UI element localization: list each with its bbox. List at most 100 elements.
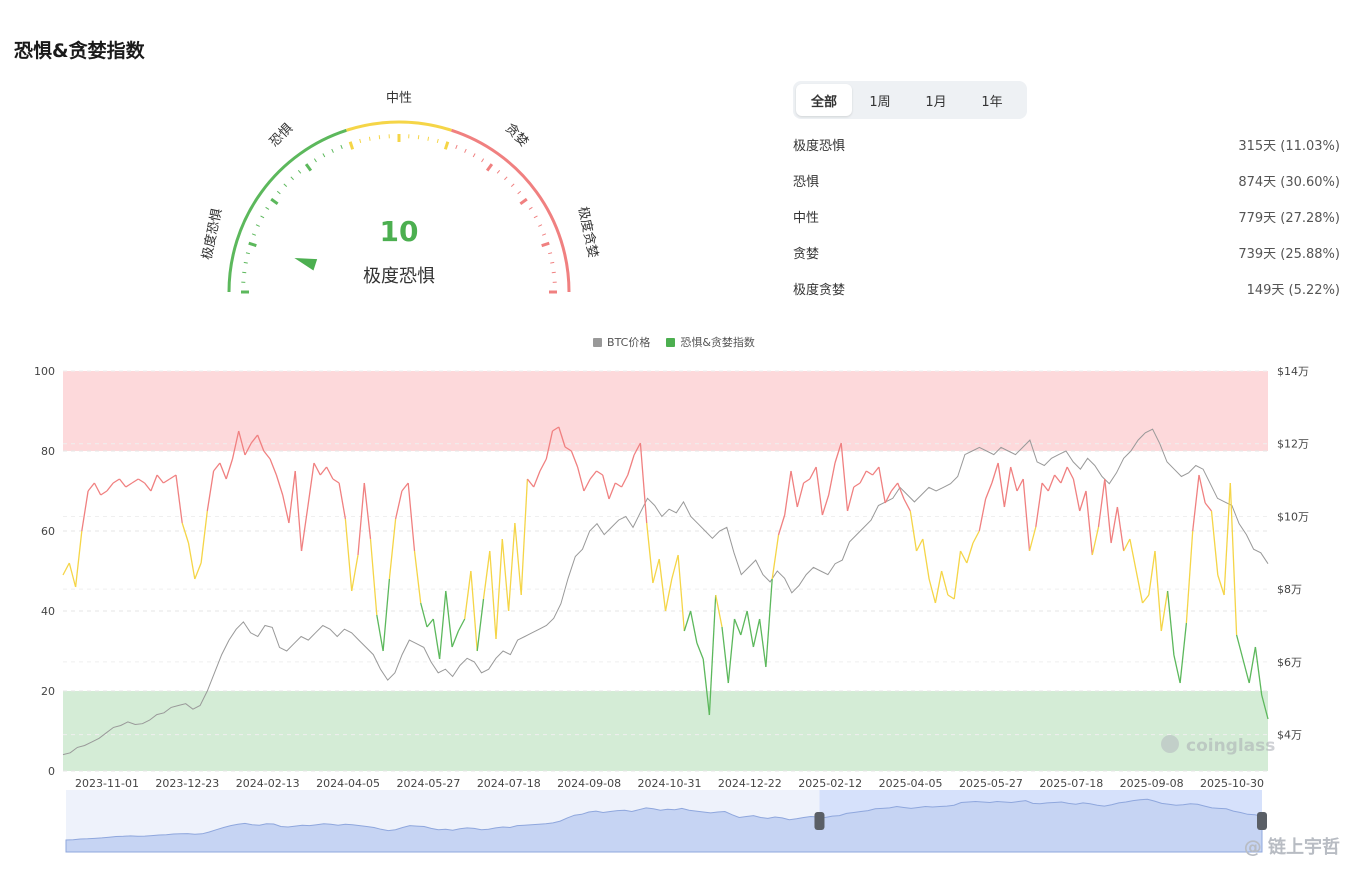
navigator-handle-right[interactable] — [1257, 812, 1267, 830]
index-line-segment — [752, 618, 761, 648]
index-line-segment — [746, 610, 755, 648]
index-line-segment — [972, 530, 980, 544]
tab-1month[interactable]: 1月 — [908, 84, 964, 116]
y-right-tick-label: $4万 — [1277, 729, 1302, 742]
index-line-segment — [884, 490, 892, 504]
index-line-segment — [376, 614, 384, 652]
gauge-tick — [496, 169, 501, 174]
main-chart[interactable]: 0 20 40 60 80 100 $4万 $6万 $8万 $10万 $12万 $14万 2023-… — [0, 355, 1348, 795]
index-line-segment — [1123, 538, 1131, 552]
index-line-segment — [445, 590, 453, 648]
gauge-tick — [542, 233, 547, 236]
index-line-segment — [344, 518, 353, 592]
index-line-segment — [922, 538, 930, 580]
gauge-label-extreme-greed: 极度贪婪 — [575, 205, 601, 259]
index-line-segment — [1066, 466, 1074, 480]
index-line-segment — [100, 490, 108, 496]
index-line-segment — [934, 570, 943, 604]
index-line-segment — [596, 470, 604, 476]
y-right-tick-label: $8万 — [1277, 583, 1302, 596]
index-line-segment — [621, 474, 629, 488]
index-line-segment — [696, 642, 704, 660]
index-line-segment — [1204, 502, 1213, 512]
index-line-segment — [1035, 482, 1043, 528]
index-line-segment — [758, 618, 767, 668]
index-line-segment — [1242, 658, 1250, 684]
index-line-segment — [658, 558, 667, 612]
index-line-segment — [137, 478, 145, 484]
index-line-segment — [175, 474, 183, 524]
gauge-tick — [550, 261, 555, 264]
index-line-segment — [319, 466, 328, 476]
gauge-arc-neutral — [346, 120, 452, 132]
legend-label-btc: BTC价格 — [607, 336, 651, 349]
y-left-tick-label: 100 — [34, 365, 55, 378]
index-line-segment — [966, 542, 974, 564]
index-line-segment — [489, 550, 497, 640]
greed-band — [63, 371, 1268, 451]
gauge-tick — [378, 135, 381, 140]
tab-1year[interactable]: 1年 — [964, 84, 1020, 116]
index-line-segment — [482, 550, 491, 600]
gauge-tick — [243, 261, 248, 264]
index-line-segment — [740, 610, 748, 636]
chart-legend: BTC价格 恐惧&贪婪指数 — [0, 334, 1348, 350]
index-line-segment — [671, 554, 679, 580]
index-line-segment — [1198, 474, 1206, 504]
gauge-label-extreme-fear: 极度恐惧 — [199, 207, 225, 261]
index-line-segment — [539, 458, 547, 472]
x-tick-label: 2025-07-18 — [1039, 777, 1103, 790]
index-line-segment — [382, 578, 391, 652]
index-line-segment — [394, 490, 403, 520]
x-tick-label: 2025-09-08 — [1120, 777, 1184, 790]
index-line-segment — [853, 482, 861, 488]
index-line-segment — [828, 462, 836, 496]
index-line-segment — [1072, 478, 1081, 512]
tab-1week[interactable]: 1周 — [852, 84, 908, 116]
legend-item-index[interactable]: 恐惧&贪婪指数 — [666, 334, 755, 350]
index-line-segment — [589, 470, 598, 480]
stat-row-neutral: 中性 779天 (27.28%) — [793, 198, 1340, 234]
gauge-tick — [313, 158, 317, 163]
index-line-segment — [533, 470, 541, 488]
index-line-segment — [1041, 482, 1049, 492]
range-navigator[interactable] — [0, 790, 1348, 854]
gauge-tick — [260, 215, 265, 219]
gauge-tick — [464, 148, 467, 153]
gauge-tick — [348, 141, 355, 150]
index-line-segment — [652, 558, 660, 584]
gauge-tick — [322, 153, 326, 158]
gauge-tick — [436, 138, 439, 143]
index-line-segment — [125, 482, 133, 488]
legend-item-btc[interactable]: BTC价格 — [593, 334, 650, 350]
navigator-handle-left[interactable] — [814, 812, 825, 830]
index-line-segment — [1097, 478, 1106, 528]
index-line-segment — [187, 542, 196, 580]
gauge-label-greed: 贪婪 — [502, 121, 531, 150]
x-tick-label: 2025-05-27 — [959, 777, 1023, 790]
index-line-segment — [432, 618, 441, 660]
index-line-segment — [150, 474, 158, 492]
y-right-tick-label: $10万 — [1277, 510, 1309, 523]
index-line-segment — [1166, 590, 1175, 656]
y-right-tick-label: $14万 — [1277, 365, 1309, 378]
index-line-segment — [1022, 478, 1031, 552]
tab-all[interactable]: 全部 — [796, 84, 852, 116]
index-line-segment — [401, 482, 409, 492]
gauge-arc-fear — [227, 128, 347, 293]
index-line-segment — [464, 570, 472, 620]
index-line-segment — [608, 482, 616, 500]
index-line-segment — [840, 442, 849, 512]
y-right-tick-label: $12万 — [1277, 438, 1309, 451]
index-line-segment — [928, 578, 937, 604]
index-line-segment — [81, 490, 89, 532]
x-tick-label: 2025-02-12 — [798, 777, 862, 790]
index-line-segment — [112, 478, 120, 484]
index-line-segment — [1141, 594, 1150, 604]
gauge-tick — [519, 197, 528, 206]
index-line-segment — [275, 474, 284, 496]
stat-row-greed: 贪婪 739天 (25.88%) — [793, 234, 1340, 270]
gauge-tick — [481, 158, 485, 163]
index-line-segment — [915, 538, 924, 552]
stat-label: 极度恐惧 — [793, 138, 846, 154]
